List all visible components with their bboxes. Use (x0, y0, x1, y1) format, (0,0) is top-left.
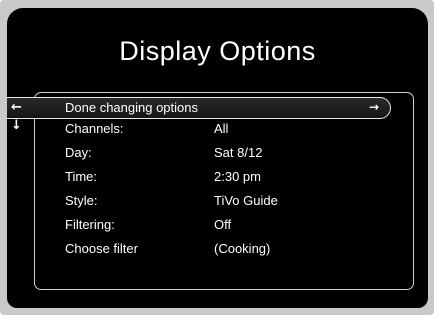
tivo-screen: Display Options ← Done changing options … (7, 8, 428, 308)
option-label: Filtering: (65, 217, 115, 232)
option-label: Channels: (65, 121, 124, 136)
done-changing-options-label: Done changing options (65, 100, 198, 115)
tv-frame: Display Options ← Done changing options … (0, 0, 434, 315)
down-arrow-icon[interactable]: ↓ (11, 118, 22, 133)
option-label: Style: (65, 193, 98, 208)
page-title: Display Options (119, 36, 316, 66)
left-arrow-icon[interactable]: ← (11, 100, 22, 116)
option-value: TiVo Guide (214, 193, 278, 208)
option-value: Sat 8/12 (214, 145, 263, 160)
option-label: Choose filter (65, 241, 138, 256)
option-value: (Cooking) (214, 241, 271, 256)
done-changing-options-button[interactable]: ← Done changing options → (7, 97, 391, 119)
option-value: All (214, 121, 229, 136)
option-value: 2:30 pm (214, 169, 261, 184)
option-label: Day: (65, 145, 92, 160)
right-arrow-circle-icon[interactable]: → (366, 99, 382, 115)
option-value: Off (214, 217, 232, 232)
option-label: Time: (65, 169, 98, 184)
